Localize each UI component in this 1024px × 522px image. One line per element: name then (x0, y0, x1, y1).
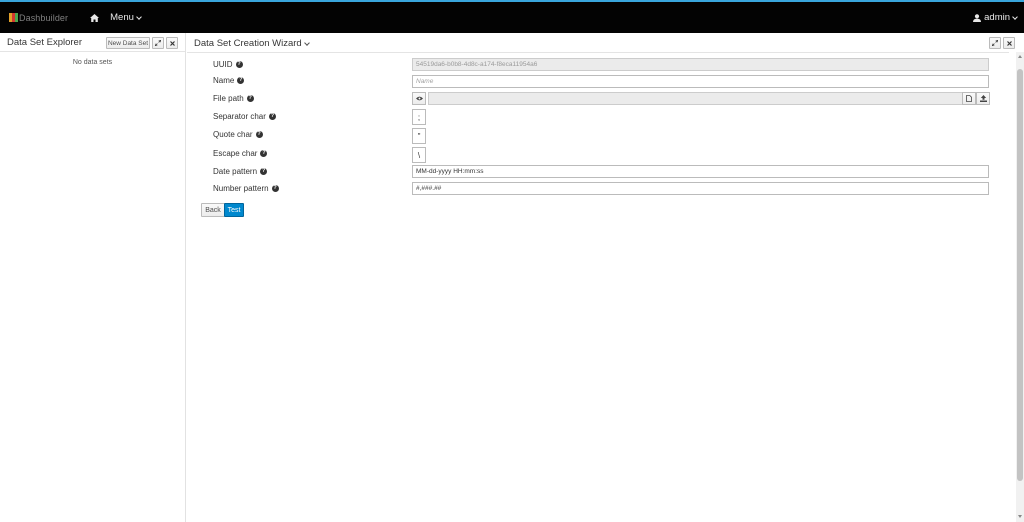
user-menu-dropdown[interactable]: admin (973, 2, 1018, 33)
scrollbar-thumb[interactable] (1017, 69, 1023, 481)
new-data-set-button[interactable]: New Data Set (106, 37, 150, 49)
escape-char-input[interactable]: \ (412, 147, 426, 163)
quote-char-input[interactable]: " (412, 128, 426, 144)
maximize-explorer-button[interactable] (152, 37, 164, 49)
uuid-label: UUID ? (213, 60, 243, 69)
user-icon (973, 13, 982, 22)
user-name: admin (984, 12, 1010, 23)
scroll-down-icon[interactable] (1018, 515, 1022, 518)
separator-char-label: Separator char ? (213, 112, 276, 121)
help-icon[interactable]: ? (246, 95, 254, 102)
escape-char-label: Escape char ? (213, 149, 268, 158)
number-pattern-label: Number pattern ? (213, 184, 279, 193)
brand-name: Dashbuilder (19, 12, 69, 23)
chevron-down-icon (136, 13, 142, 20)
help-icon[interactable]: ? (235, 61, 243, 68)
expand-icon (155, 40, 161, 46)
file-path-field (428, 92, 964, 105)
explorer-header: Data Set Explorer New Data Set (0, 33, 185, 52)
expand-icon (992, 40, 998, 46)
number-pattern-input[interactable]: #,###.## (412, 182, 989, 195)
close-wizard-button[interactable] (1003, 37, 1015, 49)
view-file-button[interactable] (412, 92, 426, 105)
name-input[interactable]: Name (412, 75, 989, 88)
name-placeholder: Name (416, 78, 434, 85)
close-icon (169, 40, 175, 46)
help-icon[interactable]: ? (260, 150, 268, 157)
scroll-up-icon[interactable] (1018, 55, 1022, 58)
help-icon[interactable]: ? (255, 131, 263, 138)
home-icon (89, 13, 99, 22)
upload-file-button[interactable] (976, 92, 990, 105)
chevron-down-icon (303, 39, 310, 46)
wizard-header-divider (187, 52, 1009, 53)
home-button[interactable] (88, 12, 100, 24)
explorer-title: Data Set Explorer (7, 36, 82, 48)
chevron-down-icon (1012, 13, 1018, 20)
uuid-field: 54519da6-b0b8-4d8c-a174-f8eca11954a6 (412, 58, 989, 71)
file-path-label: File path ? (213, 94, 254, 103)
help-icon[interactable]: ? (237, 77, 245, 84)
back-button[interactable]: Back (201, 203, 225, 217)
upload-icon (979, 95, 987, 102)
empty-state-message: No data sets (72, 59, 113, 66)
wizard-title: Data Set Creation Wizard (194, 38, 302, 49)
date-pattern-input[interactable]: MM-dd-yyyy HH:mm:ss (412, 165, 989, 178)
data-set-wizard-panel: Data Set Creation Wizard UUID ? 54519da6… (187, 33, 1024, 522)
eye-icon (415, 96, 423, 101)
choose-file-button[interactable] (962, 92, 976, 105)
wizard-title-dropdown[interactable]: Data Set Creation Wizard (194, 38, 310, 49)
close-icon (1006, 40, 1012, 46)
menu-label: Menu (110, 12, 134, 23)
maximize-wizard-button[interactable] (989, 37, 1001, 49)
name-label: Name ? (213, 76, 245, 85)
help-icon[interactable]: ? (260, 168, 268, 175)
test-button[interactable]: Test (224, 203, 244, 217)
help-icon[interactable]: ? (268, 113, 276, 120)
quote-char-label: Quote char ? (213, 130, 263, 139)
dashbuilder-logo-icon (9, 13, 18, 22)
file-icon (966, 95, 972, 102)
brand[interactable]: Dashbuilder (9, 2, 68, 33)
date-pattern-label: Date pattern ? (213, 167, 268, 176)
data-set-explorer-panel: Data Set Explorer New Data Set No data s… (0, 33, 186, 522)
help-icon[interactable]: ? (271, 185, 279, 192)
close-explorer-button[interactable] (166, 37, 178, 49)
separator-char-input[interactable]: ; (412, 109, 426, 125)
top-navbar: Dashbuilder Menu admin (0, 0, 1024, 33)
main-menu-dropdown[interactable]: Menu (110, 12, 142, 23)
